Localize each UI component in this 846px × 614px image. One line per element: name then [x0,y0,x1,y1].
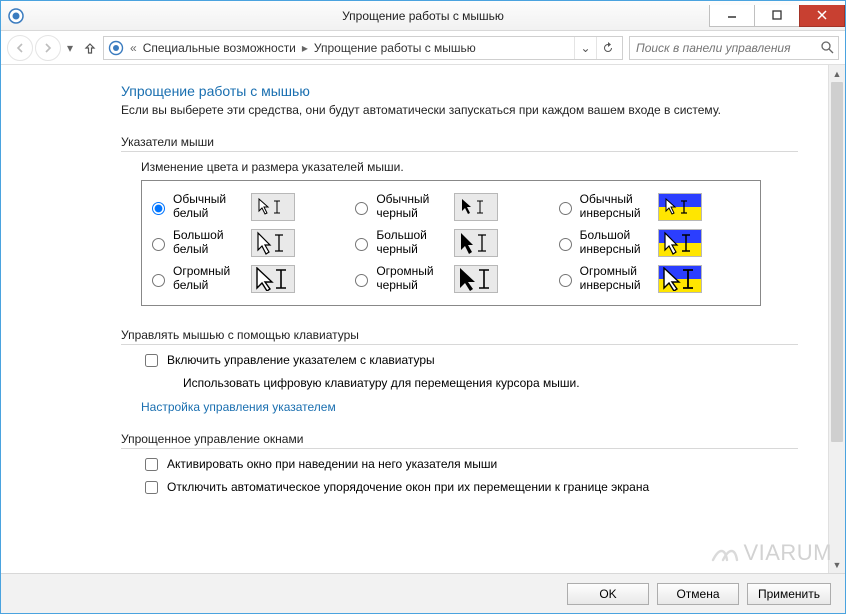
search-icon[interactable] [816,41,838,54]
breadcrumb-item[interactable]: Специальные возможности [143,41,296,55]
minimize-button[interactable] [709,5,755,27]
cursor-option-large-white[interactable]: Большой белый [146,227,349,259]
pointers-change-label: Изменение цвета и размера указателей мыш… [141,160,798,174]
cursor-preview-icon [658,229,702,257]
scroll-thumb[interactable] [831,82,843,442]
cursor-preview-icon [251,229,295,257]
cursor-option-huge-white[interactable]: Огромный белый [146,263,349,295]
cursor-option-large-black[interactable]: Большой черный [349,227,552,259]
cursor-radio[interactable] [152,202,165,215]
refresh-button[interactable] [596,37,618,59]
group-windows-label: Упрощенное управление окнами [121,432,798,446]
group-keyboard-label: Управлять мышью с помощью клавиатуры [121,328,798,342]
checkbox[interactable] [145,458,158,471]
mousekeys-description: Использовать цифровую клавиатуру для пер… [183,376,798,390]
cursor-options-grid: Обычный белый Обычный черный [141,180,761,306]
divider [121,448,798,449]
cursor-preview-icon [454,265,498,293]
navbar: ▾ « Специальные возможности ▸ Упрощение … [1,31,845,65]
cursor-preview-icon [454,229,498,257]
cursor-option-huge-black[interactable]: Огромный черный [349,263,552,295]
cursor-preview-icon [454,193,498,221]
disable-snap-checkbox[interactable]: Отключить автоматическое упорядочение ок… [141,480,798,497]
cursor-option-huge-inverse[interactable]: Огромный инверсный [553,263,756,295]
cursor-option-large-inverse[interactable]: Большой инверсный [553,227,756,259]
cursor-radio[interactable] [355,274,368,287]
cursor-preview-icon [251,193,295,221]
cursor-radio[interactable] [559,238,572,251]
group-pointers-label: Указатели мыши [121,135,798,149]
cursor-radio[interactable] [355,202,368,215]
vertical-scrollbar[interactable]: ▲ ▼ [828,65,845,573]
cursor-radio[interactable] [152,274,165,287]
cursor-radio[interactable] [559,274,572,287]
button-bar: OK Отмена Применить [1,573,845,613]
checkbox[interactable] [145,481,158,494]
breadcrumb-sep-icon: ▸ [302,41,308,55]
checkbox[interactable] [145,354,158,367]
close-button[interactable] [799,5,845,27]
titlebar: Упрощение работы с мышью [1,1,845,31]
cursor-option-normal-white[interactable]: Обычный белый [146,191,349,223]
activate-on-hover-checkbox[interactable]: Активировать окно при наведении на него … [141,457,798,474]
page-description: Если вы выберете эти средства, они будут… [121,103,741,117]
control-panel-icon [108,40,124,56]
search-box[interactable] [629,36,839,60]
nav-history-dropdown[interactable]: ▾ [63,41,77,55]
app-icon [1,1,31,31]
mousekeys-settings-link[interactable]: Настройка управления указателем [141,400,336,414]
scroll-down-button[interactable]: ▼ [829,556,845,573]
cursor-option-normal-inverse[interactable]: Обычный инверсный [553,191,756,223]
cursor-preview-icon [251,265,295,293]
address-bar[interactable]: « Специальные возможности ▸ Упрощение ра… [103,36,623,60]
nav-up-button[interactable] [79,37,101,59]
nav-back-button[interactable] [7,35,33,61]
cancel-button[interactable]: Отмена [657,583,739,605]
cursor-radio[interactable] [355,238,368,251]
maximize-button[interactable] [754,5,800,27]
divider [121,151,798,152]
cursor-preview-icon [658,193,702,221]
enable-mousekeys-checkbox[interactable]: Включить управление указателем с клавиат… [141,353,798,370]
cursor-radio[interactable] [152,238,165,251]
nav-forward-button[interactable] [35,35,61,61]
cursor-radio[interactable] [559,202,572,215]
ok-button[interactable]: OK [567,583,649,605]
apply-button[interactable]: Применить [747,583,831,605]
breadcrumb-item[interactable]: Упрощение работы с мышью [314,41,476,55]
content-area: Упрощение работы с мышью Если вы выберет… [1,65,828,573]
cursor-option-normal-black[interactable]: Обычный черный [349,191,552,223]
search-input[interactable] [630,41,816,55]
breadcrumb-sep-icon: « [130,41,137,55]
cursor-preview-icon [658,265,702,293]
page-title: Упрощение работы с мышью [121,83,798,99]
divider [121,344,798,345]
address-dropdown-button[interactable]: ⌄ [574,37,596,59]
scroll-up-button[interactable]: ▲ [829,65,845,82]
